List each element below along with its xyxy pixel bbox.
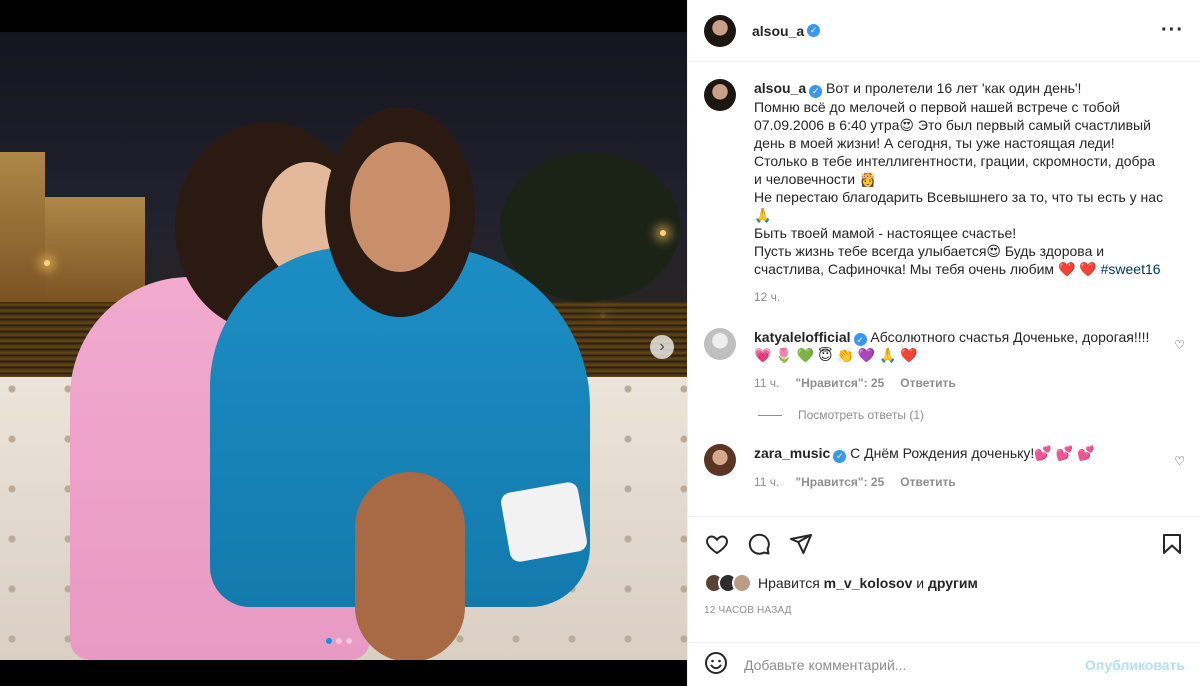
caption-author-avatar[interactable] [704, 79, 736, 111]
caption-line: 07.09.2006 в 6:40 утра😍 Это был первый с… [754, 116, 1151, 133]
comment-emojis: 💗 🌷 💚 😇 👏 💜 🙏 ❤️ [754, 347, 918, 363]
add-comment-bar: Опубликовать [688, 642, 1200, 686]
carousel-dots [326, 638, 352, 644]
caption-line: Пусть жизнь тебе всегда улыбается😍 Будь … [754, 242, 1105, 259]
post-header: alsou_a ✓ ··· [688, 0, 1200, 62]
caption-line: Столько в тебе интеллигентности, грации,… [754, 152, 1156, 169]
likes-prefix: Нравится [758, 575, 820, 591]
author-avatar[interactable] [704, 14, 736, 47]
comments-section: alsou_a ✓ Вот и пролетели 16 лет 'как оди… [688, 63, 1200, 516]
building-left [0, 152, 45, 302]
comment-meta: 11 ч. "Нравится": 25 Ответить [754, 374, 1164, 392]
action-icons [704, 529, 1185, 559]
carousel-dot [336, 638, 342, 644]
carousel-dot [326, 638, 332, 644]
verified-icon: ✓ [853, 333, 867, 346]
likes-summary: Нравится m_v_kolosov и другим [704, 573, 1185, 593]
likes-middle: и [916, 575, 925, 591]
reply-button[interactable]: Ответить [900, 473, 955, 491]
verified-icon: ✓ [833, 449, 847, 463]
caption: alsou_a ✓ Вот и пролетели 16 лет 'как оди… [704, 79, 1185, 306]
comment-likes-count[interactable]: "Нравится": 25 [795, 374, 884, 392]
post-side-panel: alsou_a ✓ ··· alsou_a ✓ Вот и пролетели 1… [687, 0, 1200, 686]
share-icon[interactable] [788, 531, 814, 557]
hashtag-link[interactable]: #sweet16 [1101, 261, 1161, 277]
post-photo [0, 32, 687, 660]
caption-line: Не перестаю благодарить Всевышнего за то… [754, 188, 1164, 205]
caption-meta: 12 ч. [754, 288, 1164, 306]
caption-line: и человечности 👸 [754, 170, 877, 187]
chevron-right-icon: › [659, 338, 665, 355]
likes-others-link[interactable]: другим [928, 575, 978, 591]
building-mid [45, 197, 145, 302]
woman-face [350, 142, 450, 272]
caption-line: Быть твоей мамой - настоящее счастье! [754, 224, 1017, 241]
liker-username[interactable]: m_v_kolosov [824, 575, 913, 591]
caption-author-username[interactable]: alsou_a [754, 80, 806, 96]
comment-meta: 11 ч. "Нравится": 25 Ответить [754, 473, 1164, 491]
view-replies-label: Посмотреть ответы (1) [798, 408, 925, 422]
comment-text: Абсолютного счастья Доченьке, дорогая!!!… [870, 328, 1150, 345]
handbag [499, 480, 589, 564]
publish-button[interactable]: Опубликовать [1085, 657, 1185, 673]
reply-button[interactable]: Ответить [900, 374, 955, 392]
view-replies-button[interactable]: Посмотреть ответы (1) [758, 408, 1185, 422]
comment-body: zara_music ✓ С Днём Рождения доченьку!💕 💕… [754, 444, 1164, 491]
comment-like-heart-icon[interactable]: ♡ [1174, 338, 1185, 352]
woman-legs [355, 472, 465, 660]
comment-time[interactable]: 11 ч. [754, 473, 779, 491]
verified-icon: ✓ [809, 84, 823, 98]
caption-body: alsou_a ✓ Вот и пролетели 16 лет 'как оди… [754, 79, 1164, 306]
next-photo-button[interactable]: › [650, 335, 674, 359]
comment: katyalelofficial ✓ Абсолютного счастья До… [704, 327, 1185, 393]
caption-line: Помню всё до мелочей о первой нашей встр… [754, 98, 1121, 115]
post-actions: Нравится m_v_kolosov и другим 12 часов н… [688, 516, 1200, 616]
replies-divider [758, 414, 782, 416]
comment-likes-count[interactable]: "Нравится": 25 [795, 473, 884, 491]
street-lamp [660, 230, 666, 236]
commenter-username[interactable]: katyalelofficial [754, 329, 851, 345]
caption-line: счастлива, Сафиночка! Мы тебя очень люби… [754, 260, 1055, 277]
caption-line: 🙏 [754, 206, 772, 223]
street-lamp [44, 260, 50, 266]
liker-avatars[interactable] [704, 573, 752, 593]
author-username[interactable]: alsou_a [752, 23, 804, 39]
caption-time[interactable]: 12 ч. [754, 288, 780, 306]
comment: zara_music ✓ С Днём Рождения доченьку!💕 💕… [704, 444, 1185, 491]
comment-text: С Днём Рождения доченьку!💕 💕 💕 [850, 445, 1095, 461]
comment-body: katyalelofficial ✓ Абсолютного счастья До… [754, 328, 1164, 393]
comment-like-heart-icon[interactable]: ♡ [1174, 454, 1185, 468]
post-media: › [0, 0, 687, 686]
liker-avatar [732, 573, 752, 593]
post-timestamp[interactable]: 12 часов назад [704, 605, 1185, 616]
caption-line: Вот и пролетели 16 лет 'как один день'! [826, 80, 1082, 96]
bookmark-icon[interactable] [1159, 531, 1185, 557]
verified-icon: ✓ [807, 24, 821, 37]
comment-input[interactable] [744, 656, 1086, 673]
comment-icon[interactable] [746, 531, 772, 557]
carousel-dot [346, 638, 352, 644]
hearts-emoji: ❤️ ❤️ [1057, 260, 1097, 277]
heart-icon[interactable] [704, 531, 730, 557]
emoji-icon[interactable] [704, 651, 728, 678]
commenter-avatar[interactable] [704, 327, 736, 360]
caption-line: день в моей жизни! А сегодня, ты уже нас… [754, 134, 1115, 151]
comment-time[interactable]: 11 ч. [754, 374, 779, 392]
more-options-button[interactable]: ··· [1161, 19, 1184, 42]
commenter-username[interactable]: zara_music [754, 445, 830, 461]
commenter-avatar[interactable] [704, 444, 736, 476]
